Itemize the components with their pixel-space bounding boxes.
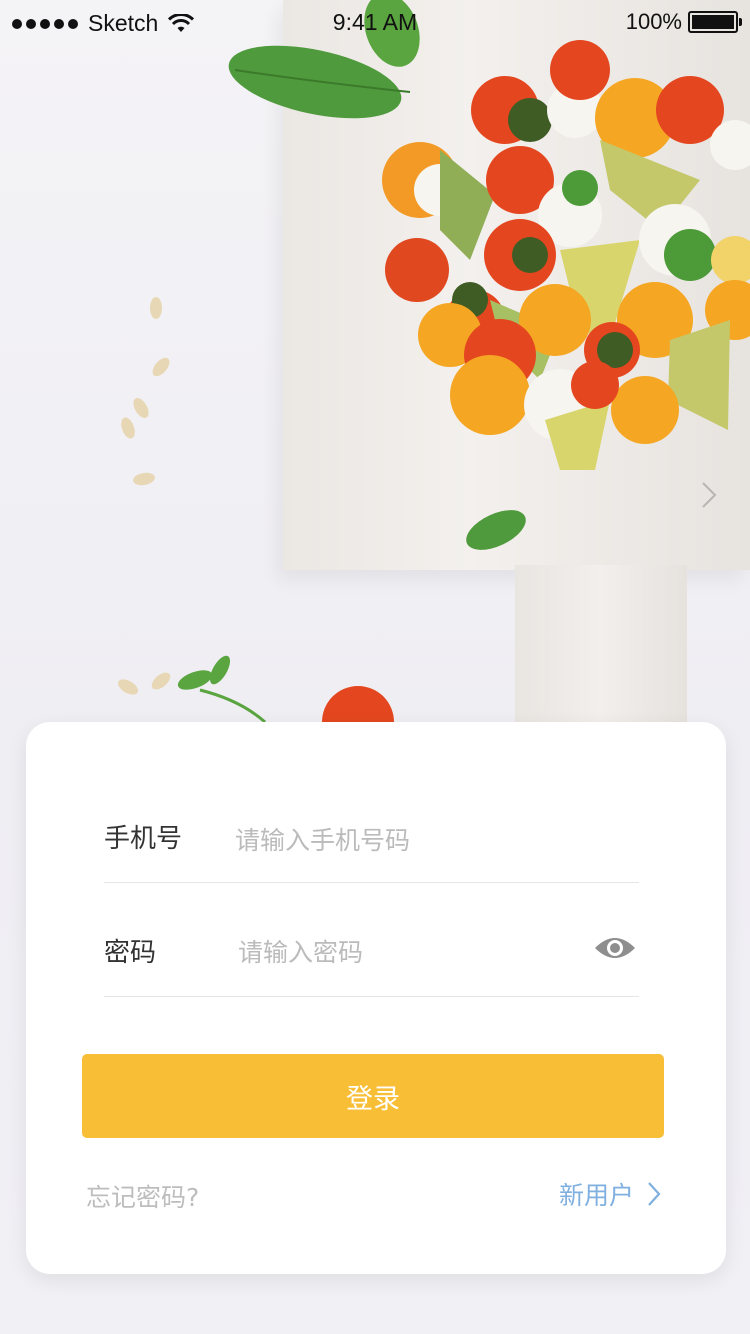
battery-icon — [688, 11, 742, 33]
chevron-right-icon[interactable] — [694, 480, 724, 510]
password-field-row: 密码 — [104, 884, 639, 997]
eye-icon[interactable] — [593, 933, 637, 963]
login-button[interactable]: 登录 — [82, 1054, 664, 1138]
battery-indicator: 100% — [625, 9, 742, 35]
status-bar: Sketch 9:41 AM 100% — [0, 0, 750, 44]
phone-input[interactable] — [235, 822, 615, 858]
salad-illustration — [177, 0, 750, 724]
password-input[interactable] — [238, 934, 558, 970]
pine-nut — [150, 297, 162, 319]
password-label: 密码 — [104, 938, 157, 968]
forgot-password-link[interactable]: 忘记密码? — [86, 1178, 199, 1214]
hero-food-image — [0, 0, 750, 765]
battery-percent: 100% — [625, 9, 682, 34]
new-user-link[interactable]: 新用户 — [559, 1176, 662, 1212]
login-card: 手机号 密码 登录 忘记密码? 新用户 — [26, 722, 726, 1274]
chevron-right-icon — [648, 1182, 661, 1206]
phone-label: 手机号 — [104, 824, 183, 854]
phone-field-row: 手机号 — [104, 770, 639, 883]
new-user-label: 新用户 — [558, 1181, 634, 1210]
